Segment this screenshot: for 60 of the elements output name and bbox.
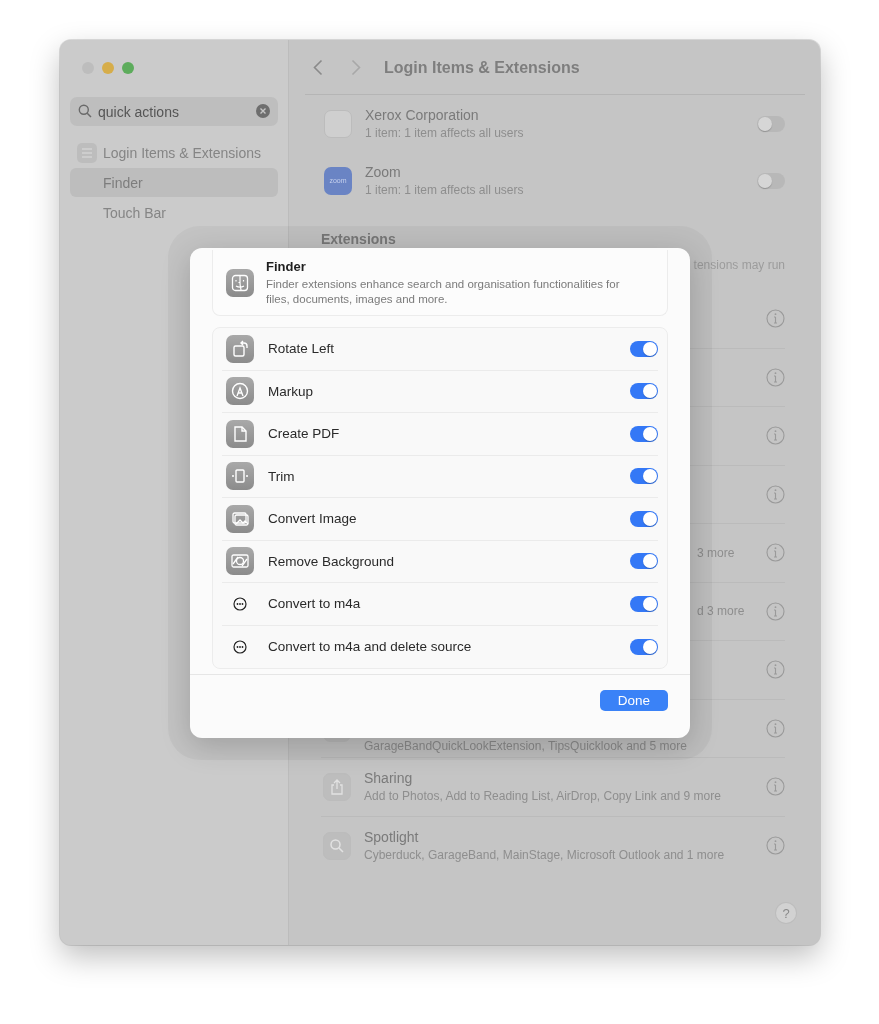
- login-item-name: Zoom: [365, 164, 402, 180]
- info-icon[interactable]: [766, 367, 785, 387]
- action-label: Convert Image: [268, 511, 358, 527]
- window-title: Login Items & Extensions: [384, 58, 580, 77]
- remove-background-icon: [226, 547, 254, 576]
- extension-name: Sharing: [364, 770, 414, 787]
- back-button[interactable]: [311, 57, 325, 78]
- action-label: Trim: [268, 468, 296, 484]
- toggle-switch[interactable]: [630, 468, 658, 485]
- action-label: Rotate Left: [268, 341, 336, 357]
- info-icon[interactable]: [766, 836, 785, 856]
- rotate-left-icon: [226, 334, 254, 363]
- ellipsis-icon: [233, 639, 247, 654]
- pen-icon: [226, 377, 254, 406]
- info-icon[interactable]: [766, 660, 785, 680]
- extension-name: Spotlight: [364, 829, 420, 846]
- info-icon[interactable]: [766, 601, 785, 621]
- sidebar-item[interactable]: Login Items & Extensions: [70, 138, 278, 167]
- done-button[interactable]: Done: [600, 690, 668, 711]
- sidebar-item[interactable]: Finder: [70, 168, 278, 197]
- toggle-switch[interactable]: [630, 595, 658, 612]
- toggle-switch[interactable]: [757, 172, 785, 189]
- search-icon: [323, 831, 351, 860]
- info-icon[interactable]: [766, 777, 785, 797]
- toggle-switch[interactable]: [630, 510, 658, 527]
- toggle-switch[interactable]: [630, 425, 658, 442]
- sheet-description: Finder extensions enhance search and organisation functionalities for files, documents, images and more.: [266, 276, 621, 307]
- search-field[interactable]: quick actions: [70, 97, 278, 126]
- sheet-title: Finder: [266, 258, 307, 274]
- ellipsis-icon: [233, 596, 247, 611]
- toggle-switch[interactable]: [630, 383, 658, 400]
- toggle-switch[interactable]: [630, 553, 658, 570]
- info-icon[interactable]: [766, 484, 785, 504]
- search-icon: [78, 104, 92, 118]
- toggle-switch[interactable]: [630, 638, 658, 655]
- info-icon[interactable]: [766, 309, 785, 329]
- zoom-button[interactable]: [122, 62, 134, 74]
- share-icon: [323, 772, 351, 801]
- finder-face-icon: [226, 268, 254, 297]
- info-icon[interactable]: [766, 543, 785, 563]
- film-trim-icon: [226, 462, 254, 491]
- info-icon[interactable]: [766, 718, 785, 738]
- action-label: Create PDF: [268, 426, 341, 442]
- document-icon: [226, 419, 254, 448]
- section-heading: Extensions: [321, 230, 397, 249]
- sidebar-label: Login Items & Extensions: [103, 144, 261, 161]
- images-icon: [226, 504, 254, 533]
- forward-button[interactable]: [349, 57, 363, 78]
- toggle-switch[interactable]: [757, 115, 785, 132]
- toggle-switch[interactable]: [630, 340, 658, 357]
- action-label: Markup: [268, 383, 314, 399]
- login-item-name: Xerox Corporation: [365, 107, 480, 123]
- action-label: Remove Background: [268, 553, 396, 569]
- sidebar-item[interactable]: Touch Bar: [70, 198, 278, 227]
- clear-icon[interactable]: [256, 104, 270, 118]
- action-label: Convert to m4a: [268, 596, 362, 612]
- help-button[interactable]: ?: [776, 903, 796, 923]
- action-label: Convert to m4a and delete source: [268, 639, 473, 655]
- info-icon[interactable]: [766, 426, 785, 446]
- minimize-button[interactable]: [102, 62, 114, 74]
